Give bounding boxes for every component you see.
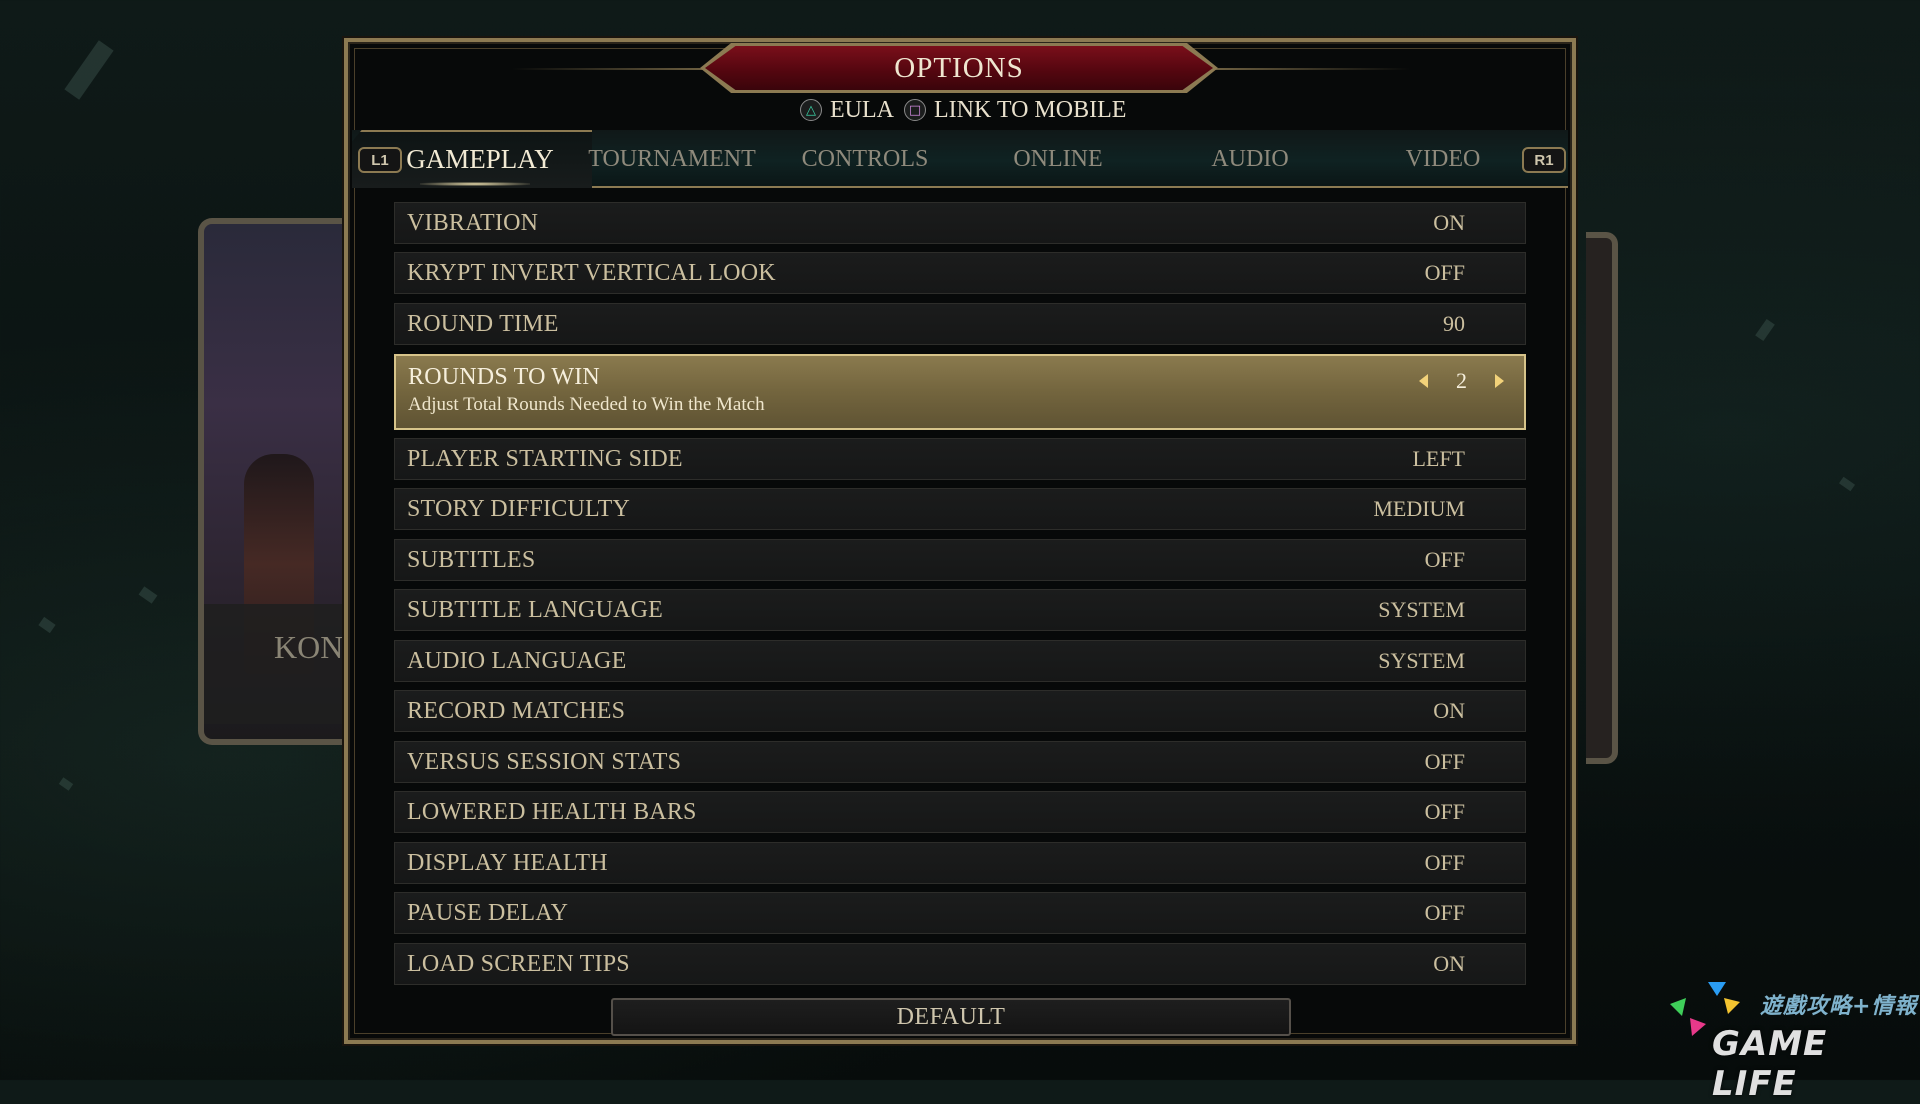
setting-label: LOWERED HEALTH BARS [407,799,697,825]
watermark-brand-text: GAME LIFE [1712,1024,1828,1104]
l1-bumper-icon[interactable]: L1 [358,147,402,173]
setting-value: OFF [1424,749,1465,774]
setting-label: AUDIO LANGUAGE [407,648,627,674]
setting-value: SYSTEM [1378,597,1465,622]
background-card-edge [1586,232,1618,764]
setting-value: LEFT [1412,446,1465,471]
background-debris [38,616,56,634]
setting-label: STORY DIFFICULTY [407,496,631,522]
background-debris [58,777,74,791]
background-debris [1755,318,1775,342]
setting-label: VERSUS SESSION STATS [407,749,682,775]
tab-video[interactable]: VIDEO [1368,142,1518,176]
square-button-icon: □ [903,99,926,121]
page-title: OPTIONS [894,51,1024,84]
setting-label: RECORD MATCHES [407,698,626,724]
setting-description: Adjust Total Rounds Needed to Win the Ma… [408,394,765,415]
setting-value: OFF [1424,260,1465,285]
setting-row-record-matches[interactable]: RECORD MATCHES ON [394,690,1526,732]
background-debris [64,40,114,100]
setting-value: ON [1433,210,1465,235]
setting-value: MEDIUM [1373,496,1465,521]
setting-label: SUBTITLE LANGUAGE [407,597,664,623]
setting-row-krypt-invert-vertical-look[interactable]: KRYPT INVERT VERTICAL LOOK OFF [394,252,1526,294]
background-debris [1838,476,1856,492]
setting-value: OFF [1424,799,1465,824]
setting-row-story-difficulty[interactable]: STORY DIFFICULTY MEDIUM [394,488,1526,530]
setting-label: ROUND TIME [407,311,559,337]
setting-row-player-starting-side[interactable]: PLAYER STARTING SIDE LEFT [394,438,1526,480]
setting-label: PAUSE DELAY [407,900,569,926]
arrow-left-icon[interactable] [1419,374,1428,388]
background-debris [138,586,158,604]
watermark-chinese-text: 遊戲攻略+情報 [1760,994,1918,1019]
tab-online[interactable]: ONLINE [983,142,1133,176]
setting-row-lowered-health-bars[interactable]: LOWERED HEALTH BARS OFF [394,791,1526,833]
tab-gameplay[interactable]: GAMEPLAY [405,142,555,176]
watermark: 遊戲攻略+情報 GAME LIFE [1664,978,1920,1104]
rounds-stepper[interactable]: 2 [1419,368,1504,394]
setting-label: VIBRATION [407,210,539,236]
link-to-mobile-label: LINK TO MOBILE [933,96,1127,123]
setting-label: DISPLAY HEALTH [407,850,608,876]
setting-row-audio-language[interactable]: AUDIO LANGUAGE SYSTEM [394,640,1526,682]
setting-row-pause-delay[interactable]: PAUSE DELAY OFF [394,892,1526,934]
triangle-button-icon: △ [800,99,822,121]
setting-row-display-health[interactable]: DISPLAY HEALTH OFF [394,842,1526,884]
setting-row-vibration[interactable]: VIBRATION ON [394,202,1526,244]
setting-value: ON [1433,698,1465,723]
r1-bumper-icon[interactable]: R1 [1522,147,1566,173]
background-character-card: KON [198,218,354,745]
setting-row-rounds-to-win[interactable]: ROUNDS TO WIN Adjust Total Rounds Needed… [394,354,1526,430]
card-text: KON [274,629,344,665]
setting-value: 90 [1443,311,1465,336]
setting-label: KRYPT INVERT VERTICAL LOOK [407,260,776,286]
setting-row-round-time[interactable]: ROUND TIME 90 [394,303,1526,345]
arrow-right-icon[interactable] [1495,374,1504,388]
setting-value: 2 [1456,368,1467,393]
default-button[interactable]: DEFAULT [611,998,1291,1036]
tab-controls[interactable]: CONTROLS [785,142,945,176]
setting-value: ON [1433,951,1465,976]
setting-value: OFF [1424,850,1465,875]
tab-audio[interactable]: AUDIO [1175,142,1325,176]
setting-label: LOAD SCREEN TIPS [407,951,630,977]
active-tab-indicator [420,182,530,186]
header-actions: △ EULA □ LINK TO MOBILE [800,95,1126,125]
setting-label: PLAYER STARTING SIDE [407,446,683,472]
link-to-mobile-action[interactable]: □ LINK TO MOBILE [903,96,1127,124]
eula-label: EULA [830,96,894,123]
setting-row-subtitle-language[interactable]: SUBTITLE LANGUAGE SYSTEM [394,589,1526,631]
setting-row-versus-session-stats[interactable]: VERSUS SESSION STATS OFF [394,741,1526,783]
setting-row-subtitles[interactable]: SUBTITLES OFF [394,539,1526,581]
setting-value: SYSTEM [1378,648,1465,673]
setting-row-load-screen-tips[interactable]: LOAD SCREEN TIPS ON [394,943,1526,985]
setting-label: ROUNDS TO WIN [408,364,600,390]
setting-label: SUBTITLES [407,547,536,573]
setting-value: OFF [1424,900,1465,925]
setting-value: OFF [1424,547,1465,572]
eula-action[interactable]: △ EULA [800,97,894,124]
tab-tournament[interactable]: TOURNAMENT [582,142,762,176]
